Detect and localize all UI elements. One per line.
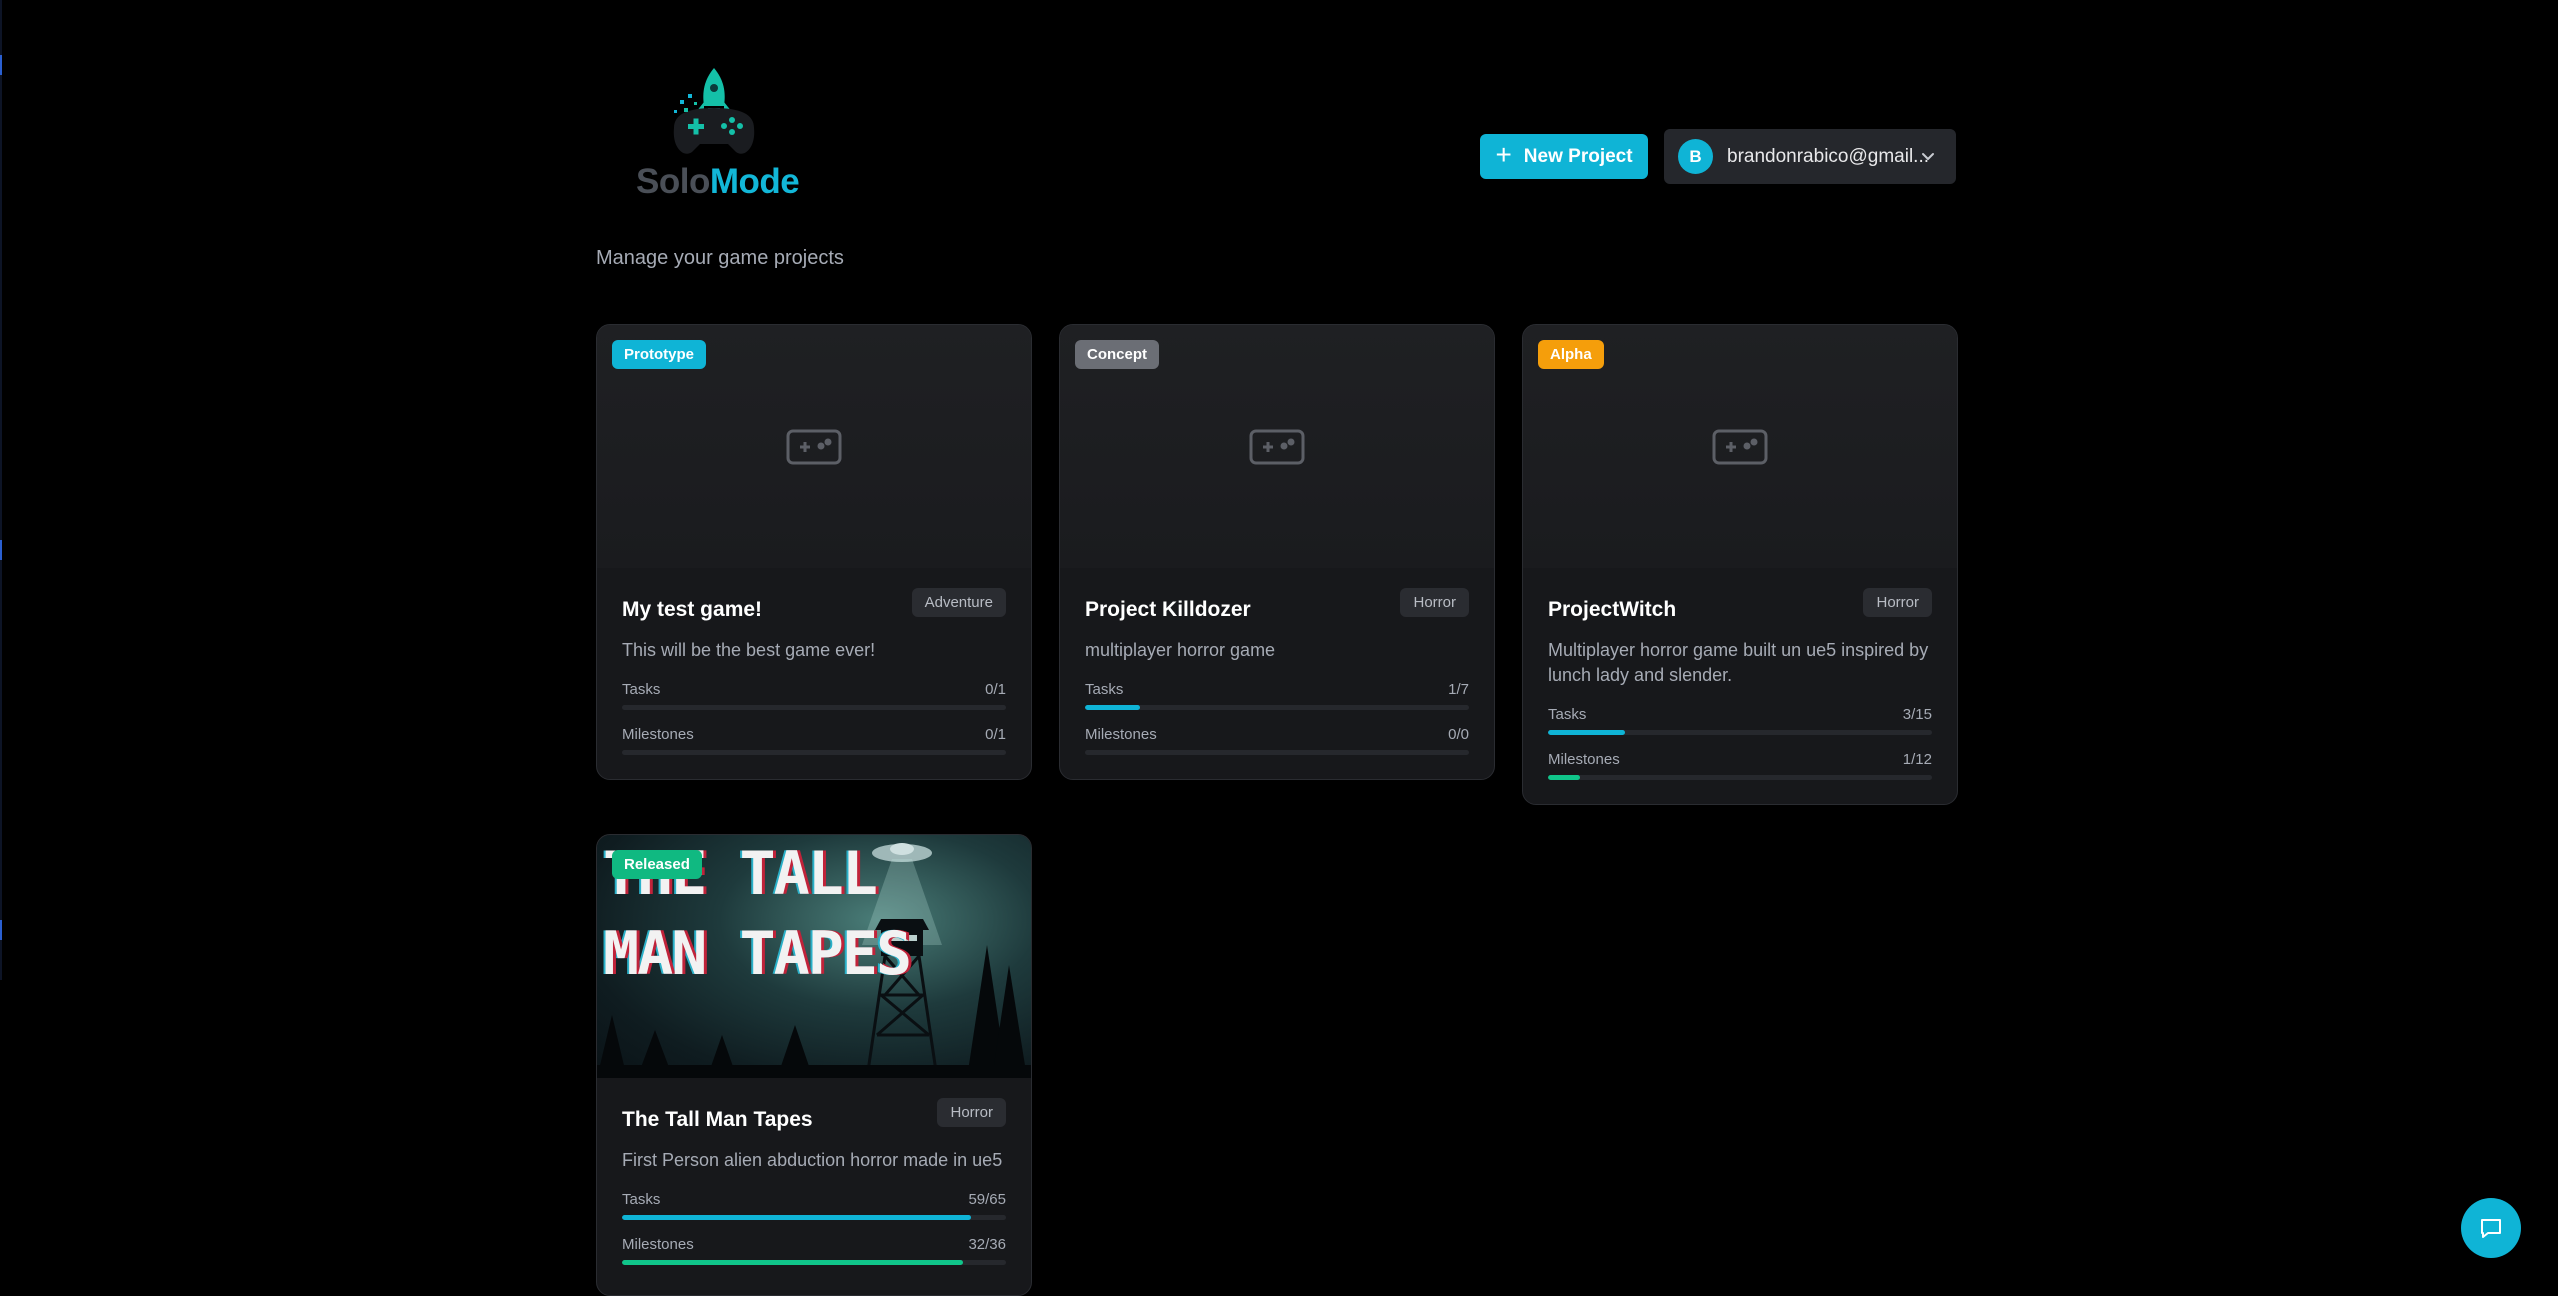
tasks-progress-fill	[622, 1215, 971, 1220]
milestones-count: 32/36	[968, 1236, 1006, 1253]
milestones-progress-fill	[1548, 775, 1580, 780]
chat-support-button[interactable]	[2461, 1198, 2521, 1258]
tasks-progress-bar	[1548, 730, 1932, 735]
tasks-progress-fill	[1548, 730, 1625, 735]
project-cover-image: THE TALL MAN TAPES Released	[597, 835, 1031, 1078]
tasks-row: Tasks 1/7	[1085, 681, 1469, 698]
status-badge: Released	[612, 850, 702, 879]
milestones-label: Milestones	[622, 726, 694, 743]
chevron-down-icon	[1922, 153, 1934, 160]
window-edge	[0, 0, 2, 980]
tasks-label: Tasks	[1548, 706, 1587, 723]
gamepad-placeholder-icon	[786, 429, 842, 464]
milestones-label: Milestones	[1085, 726, 1157, 743]
milestones-count: 0/0	[1448, 726, 1469, 743]
tasks-count: 0/1	[985, 681, 1006, 698]
project-thumbnail: Concept	[1060, 325, 1494, 568]
milestones-row: Milestones 0/0	[1085, 726, 1469, 743]
milestones-row: Milestones 1/12	[1548, 751, 1932, 768]
logo-wordmark: SoloMode	[636, 162, 800, 202]
tasks-row: Tasks 0/1	[622, 681, 1006, 698]
user-email: brandonrabico@gmail...	[1727, 145, 1930, 167]
milestones-row: Milestones 32/36	[622, 1236, 1006, 1253]
milestones-label: Milestones	[622, 1236, 694, 1253]
gamepad-placeholder-icon	[1249, 429, 1305, 464]
app-header: SoloMode + New Project B brandonrabico@g…	[596, 62, 1956, 202]
tasks-row: Tasks 3/15	[1548, 706, 1932, 723]
card-body: Project Killdozer Horror multiplayer hor…	[1060, 568, 1494, 771]
milestones-count: 0/1	[985, 726, 1006, 743]
genre-tag: Horror	[937, 1098, 1006, 1127]
project-thumbnail: Prototype	[597, 325, 1031, 568]
avatar: B	[1678, 139, 1713, 174]
edge-mark	[0, 540, 2, 560]
tasks-progress-bar	[622, 1215, 1006, 1220]
project-description: multiplayer horror game	[1085, 640, 1276, 660]
milestones-count: 1/12	[1902, 751, 1932, 768]
plus-icon: +	[1495, 139, 1512, 170]
chat-bubble-icon	[2481, 1219, 2501, 1238]
project-description: Multiplayer horror game built un ue5 ins…	[1548, 640, 1929, 685]
milestones-row: Milestones 0/1	[622, 726, 1006, 743]
tasks-label: Tasks	[622, 1191, 661, 1208]
tasks-label: Tasks	[622, 681, 661, 698]
logo-word-solo: Solo	[636, 162, 710, 201]
page-subtitle: Manage your game projects	[596, 247, 844, 269]
milestones-progress-bar	[1085, 750, 1469, 755]
tasks-row: Tasks 59/65	[622, 1191, 1006, 1208]
new-project-label: New Project	[1523, 145, 1633, 167]
user-menu-dropdown[interactable]: B brandonrabico@gmail...	[1664, 129, 1956, 184]
genre-tag: Horror	[1400, 588, 1469, 617]
status-badge: Concept	[1075, 340, 1159, 369]
tasks-progress-bar	[1085, 705, 1469, 710]
status-badge: Alpha	[1538, 340, 1604, 369]
cover-title-line-2: MAN TAPES	[603, 919, 912, 989]
solomode-logo[interactable]: SoloMode	[616, 62, 800, 202]
project-card-tall-man-tapes[interactable]: THE TALL MAN TAPES Released The Tall Man…	[596, 834, 1032, 1296]
new-project-button[interactable]: + New Project	[1480, 134, 1648, 179]
project-card-projectwitch[interactable]: Alpha ProjectWitch Horror Multiplayer ho…	[1522, 324, 1958, 805]
milestones-progress-bar	[622, 1260, 1006, 1265]
tasks-count: 1/7	[1448, 681, 1469, 698]
project-card-killdozer[interactable]: Concept Project Killdozer Horror multipl…	[1059, 324, 1495, 780]
milestones-progress-fill	[622, 1260, 964, 1265]
tasks-count: 3/15	[1902, 706, 1932, 723]
card-body: My test game! Adventure This will be the…	[597, 568, 1031, 771]
tasks-progress-fill	[1085, 705, 1140, 710]
rocket-gamepad-icon	[673, 68, 755, 154]
milestones-progress-bar	[622, 750, 1006, 755]
card-body: ProjectWitch Horror Multiplayer horror g…	[1523, 568, 1957, 796]
card-body: The Tall Man Tapes Horror First Person a…	[597, 1078, 1031, 1281]
milestones-label: Milestones	[1548, 751, 1620, 768]
logo-word-mode: Mode	[709, 162, 800, 201]
tasks-count: 59/65	[968, 1191, 1006, 1208]
project-thumbnail: Alpha	[1523, 325, 1957, 568]
tasks-label: Tasks	[1085, 681, 1124, 698]
project-card-my-test-game[interactable]: Prototype My test game! Adventure This w…	[596, 324, 1032, 780]
gamepad-placeholder-icon	[1712, 429, 1768, 464]
project-description: First Person alien abduction horror made…	[622, 1150, 1003, 1170]
edge-mark	[0, 920, 2, 940]
genre-tag: Horror	[1863, 588, 1932, 617]
genre-tag: Adventure	[911, 588, 1006, 617]
tasks-progress-bar	[622, 705, 1006, 710]
milestones-progress-bar	[1548, 775, 1932, 780]
project-description: This will be the best game ever!	[622, 640, 876, 660]
edge-mark	[0, 55, 2, 75]
status-badge: Prototype	[612, 340, 707, 369]
